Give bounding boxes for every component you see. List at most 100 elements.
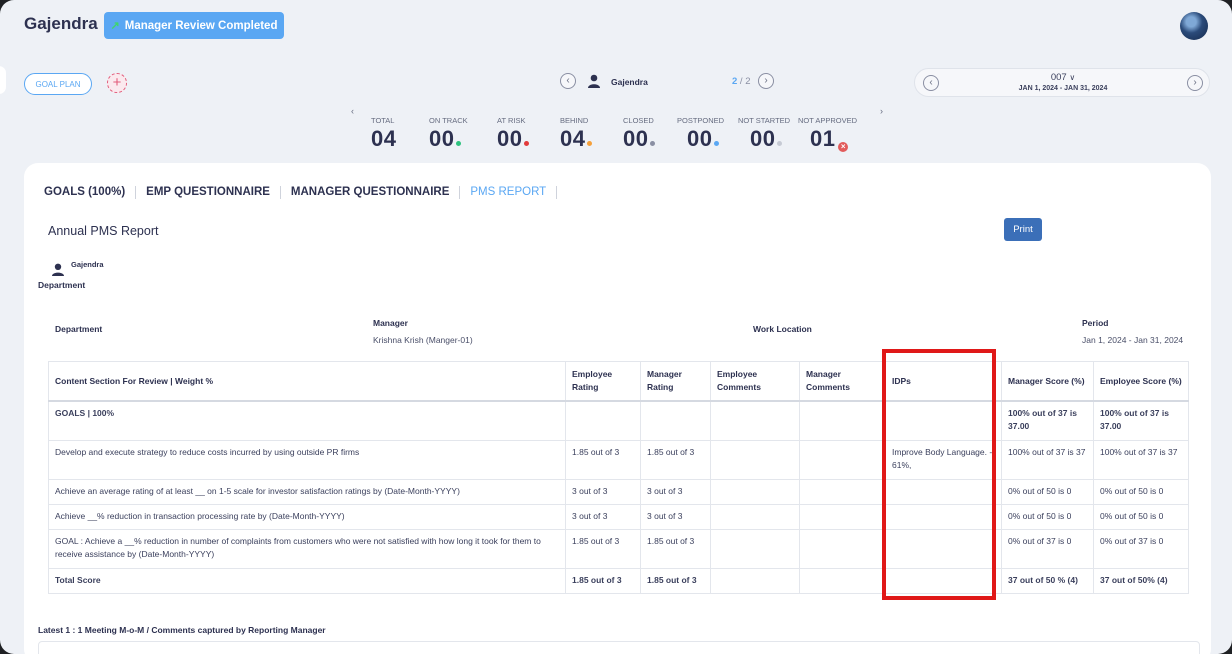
stat-value: 00 — [497, 126, 530, 152]
next-period-button[interactable]: › — [1187, 75, 1203, 91]
table-cell: 1.85 out of 3 — [565, 567, 641, 594]
stat-label: TOTAL — [371, 116, 395, 125]
table-cell: 100% out of 37 is 37 — [1093, 439, 1189, 480]
add-goal-button[interactable]: + — [107, 73, 127, 93]
report-card: GOALS (100%) EMP QUESTIONNAIRE MANAGER Q… — [24, 163, 1211, 654]
goal-plan-button[interactable]: GOAL PLAN — [24, 73, 92, 95]
stat-closed[interactable]: CLOSED 00 — [623, 116, 656, 152]
table-cell — [710, 503, 800, 530]
table-cell — [710, 567, 800, 594]
column-header: Employee Comments — [710, 361, 800, 402]
app-frame: Gajendra ↗ Manager Review Completed GOAL… — [0, 0, 1232, 654]
info-period-label: Period — [1082, 318, 1109, 328]
status-dot-icon — [777, 141, 783, 146]
employee-name: Gajendra — [71, 260, 104, 269]
status-badge[interactable]: ↗ Manager Review Completed — [104, 12, 284, 39]
table-cell: 1.85 out of 3 — [640, 528, 711, 569]
table-cell — [799, 528, 886, 569]
column-header: IDPs — [885, 361, 1002, 402]
info-manager-label: Manager — [373, 318, 408, 328]
table-cell: Total Score — [48, 567, 566, 594]
column-header: Content Section For Review | Weight % — [48, 361, 566, 402]
table-cell: 0% out of 50 is 0 — [1001, 478, 1094, 505]
column-header: Manager Rating — [640, 361, 711, 402]
pager-total: 2 — [745, 76, 751, 87]
stats-scroll-left-icon[interactable]: ‹ — [351, 106, 354, 116]
table-cell: 0% out of 37 is 0 — [1093, 528, 1189, 569]
next-employee-button[interactable]: › — [758, 73, 774, 89]
close-circle-icon: × — [838, 142, 849, 152]
table-cell — [799, 503, 886, 530]
stat-value: 00 — [429, 126, 468, 152]
table-cell — [885, 400, 1002, 441]
stat-value: 01 × — [798, 126, 857, 152]
table-cell — [799, 567, 886, 594]
stats-scroll-right-icon[interactable]: › — [880, 106, 883, 116]
table-cell: 1.85 out of 3 — [565, 439, 641, 480]
stat-not-approved[interactable]: NOT APPROVED 01 × — [798, 116, 857, 152]
prev-employee-button[interactable]: ‹ — [560, 73, 576, 89]
table-cell: 1.85 out of 3 — [640, 439, 711, 480]
table-cell: 1.85 out of 3 — [565, 528, 641, 569]
table-cell: Develop and execute strategy to reduce c… — [48, 439, 566, 480]
stat-label: ON TRACK — [429, 116, 468, 125]
top-bar: Gajendra ↗ Manager Review Completed — [0, 0, 1232, 52]
table-cell — [885, 567, 1002, 594]
status-dot-icon — [456, 141, 462, 146]
table-cell: 37 out of 50 % (4) — [1001, 567, 1094, 594]
column-header: Employee Score (%) — [1093, 361, 1189, 402]
table-cell — [799, 400, 886, 441]
chevron-right-icon: › — [1193, 77, 1197, 88]
employee-pager: 2 / 2 — [732, 76, 751, 87]
status-dot-icon — [587, 141, 593, 146]
print-button[interactable]: Print — [1004, 218, 1042, 241]
mom-label: Latest 1 : 1 Meeting M-o-M / Comments ca… — [38, 625, 326, 635]
pms-report-table: Content Section For Review | Weight % Em… — [48, 361, 1189, 594]
tab-manager-questionnaire[interactable]: MANAGER QUESTIONNAIRE — [281, 186, 461, 199]
period-range: JAN 1, 2024 - JAN 31, 2024 — [1018, 85, 1108, 92]
stat-not-started[interactable]: NOT STARTED 00 — [738, 116, 790, 152]
stat-on-track[interactable]: ON TRACK 00 — [429, 116, 468, 152]
period-code[interactable]: 007 ∨ — [915, 72, 1211, 83]
stat-behind[interactable]: BEHIND 04 — [560, 116, 593, 152]
table-row: Achieve an average rating of at least __… — [48, 478, 1189, 505]
person-icon — [588, 74, 600, 88]
info-department-label: Department — [55, 324, 103, 334]
stat-total[interactable]: TOTAL 04 — [371, 116, 396, 152]
mom-comments-box[interactable] — [38, 641, 1200, 654]
table-cell: 37 out of 50% (4) — [1093, 567, 1189, 594]
table-cell: 0% out of 50 is 0 — [1093, 503, 1189, 530]
side-drawer-handle[interactable] — [0, 66, 6, 94]
stat-at-risk[interactable]: AT RISK 00 — [497, 116, 530, 152]
table-cell — [799, 478, 886, 505]
table-header-row: Content Section For Review | Weight % Em… — [48, 361, 1189, 402]
tab-goals[interactable]: GOALS (100%) — [44, 186, 137, 199]
table-cell — [565, 400, 641, 441]
table-cell — [710, 478, 800, 505]
stat-label: CLOSED — [623, 116, 654, 125]
stat-value: 04 — [560, 126, 593, 152]
stat-value: 04 — [371, 126, 397, 151]
table-cell — [710, 528, 800, 569]
table-cell — [799, 439, 886, 480]
period-selector[interactable]: ‹ 007 ∨ JAN 1, 2024 - JAN 31, 2024 › — [914, 68, 1210, 97]
status-dot-icon — [650, 141, 656, 146]
report-title: Annual PMS Report — [48, 224, 159, 238]
page-title: Gajendra — [24, 14, 98, 33]
stat-label: NOT STARTED — [738, 116, 791, 125]
avatar[interactable] — [1180, 12, 1208, 40]
table-cell: GOAL : Achieve a __% reduction in number… — [48, 528, 566, 569]
chevron-down-icon: ∨ — [1069, 73, 1076, 82]
stat-label: BEHIND — [560, 116, 589, 125]
table-cell: 0% out of 37 is 0 — [1001, 528, 1094, 569]
table-cell: 3 out of 3 — [565, 478, 641, 505]
table-cell: 0% out of 50 is 0 — [1001, 503, 1094, 530]
tab-emp-questionnaire[interactable]: EMP QUESTIONNAIRE — [136, 186, 281, 199]
column-header: Manager Score (%) — [1001, 361, 1094, 402]
table-total-row: Total Score 1.85 out of 3 1.85 out of 3 … — [48, 567, 1189, 594]
info-manager-value: Krishna Krish (Manger-01) — [373, 335, 473, 345]
stat-postponed[interactable]: POSTPONED 00 — [677, 116, 724, 152]
table-cell — [885, 478, 1002, 505]
tab-bar: GOALS (100%) EMP QUESTIONNAIRE MANAGER Q… — [44, 186, 558, 199]
tab-pms-report[interactable]: PMS REPORT — [460, 186, 558, 199]
